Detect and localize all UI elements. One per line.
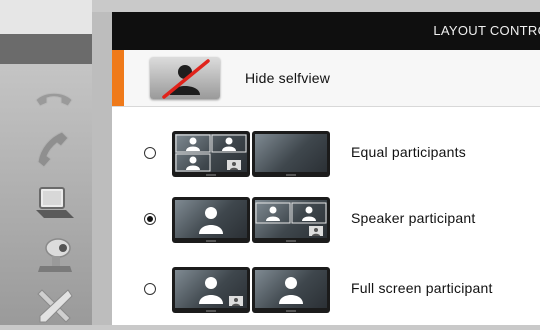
panel-title-bar: LAYOUT CONTRO	[112, 12, 540, 50]
camera-icon[interactable]	[30, 232, 78, 280]
sidebar-header	[0, 34, 92, 64]
layout-label-speaker: Speaker participant	[351, 210, 476, 226]
selfview-off-icon	[150, 57, 220, 99]
layout-control-panel: LAYOUT CONTRO Hide selfview Equal partic…	[112, 12, 540, 325]
layout-option-fullscreen[interactable]: Full screen participant	[112, 265, 540, 315]
sidebar	[0, 0, 92, 325]
end-call-icon[interactable]	[30, 76, 78, 124]
layout-label-fullscreen: Full screen participant	[351, 280, 493, 296]
layout-option-equal[interactable]: Equal participants	[112, 129, 540, 179]
radio-fullscreen[interactable]	[144, 283, 156, 295]
panel-title: LAYOUT CONTRO	[433, 23, 540, 38]
radio-speaker[interactable]	[144, 213, 156, 225]
fullscreen-layout-screen-left-icon	[172, 267, 250, 313]
equal-layout-screen-left-icon	[172, 131, 250, 177]
selection-accent	[112, 50, 124, 106]
hide-selfview-button[interactable]: Hide selfview	[112, 50, 540, 107]
layout-option-speaker[interactable]: Speaker participant	[112, 195, 540, 245]
hide-selfview-label: Hide selfview	[245, 70, 331, 86]
radio-equal[interactable]	[144, 147, 156, 159]
layout-label-equal: Equal participants	[351, 144, 466, 160]
laptop-icon[interactable]	[30, 180, 78, 228]
call-icon[interactable]	[30, 126, 78, 174]
fullscreen-layout-screen-right-icon	[252, 267, 330, 313]
speaker-layout-screen-left-icon	[172, 197, 250, 243]
sidebar-divider	[92, 12, 112, 325]
equal-layout-screen-right-icon	[252, 131, 330, 177]
sidebar-top	[0, 0, 92, 34]
tools-icon[interactable]	[30, 282, 78, 330]
speaker-layout-screen-right-icon	[252, 197, 330, 243]
